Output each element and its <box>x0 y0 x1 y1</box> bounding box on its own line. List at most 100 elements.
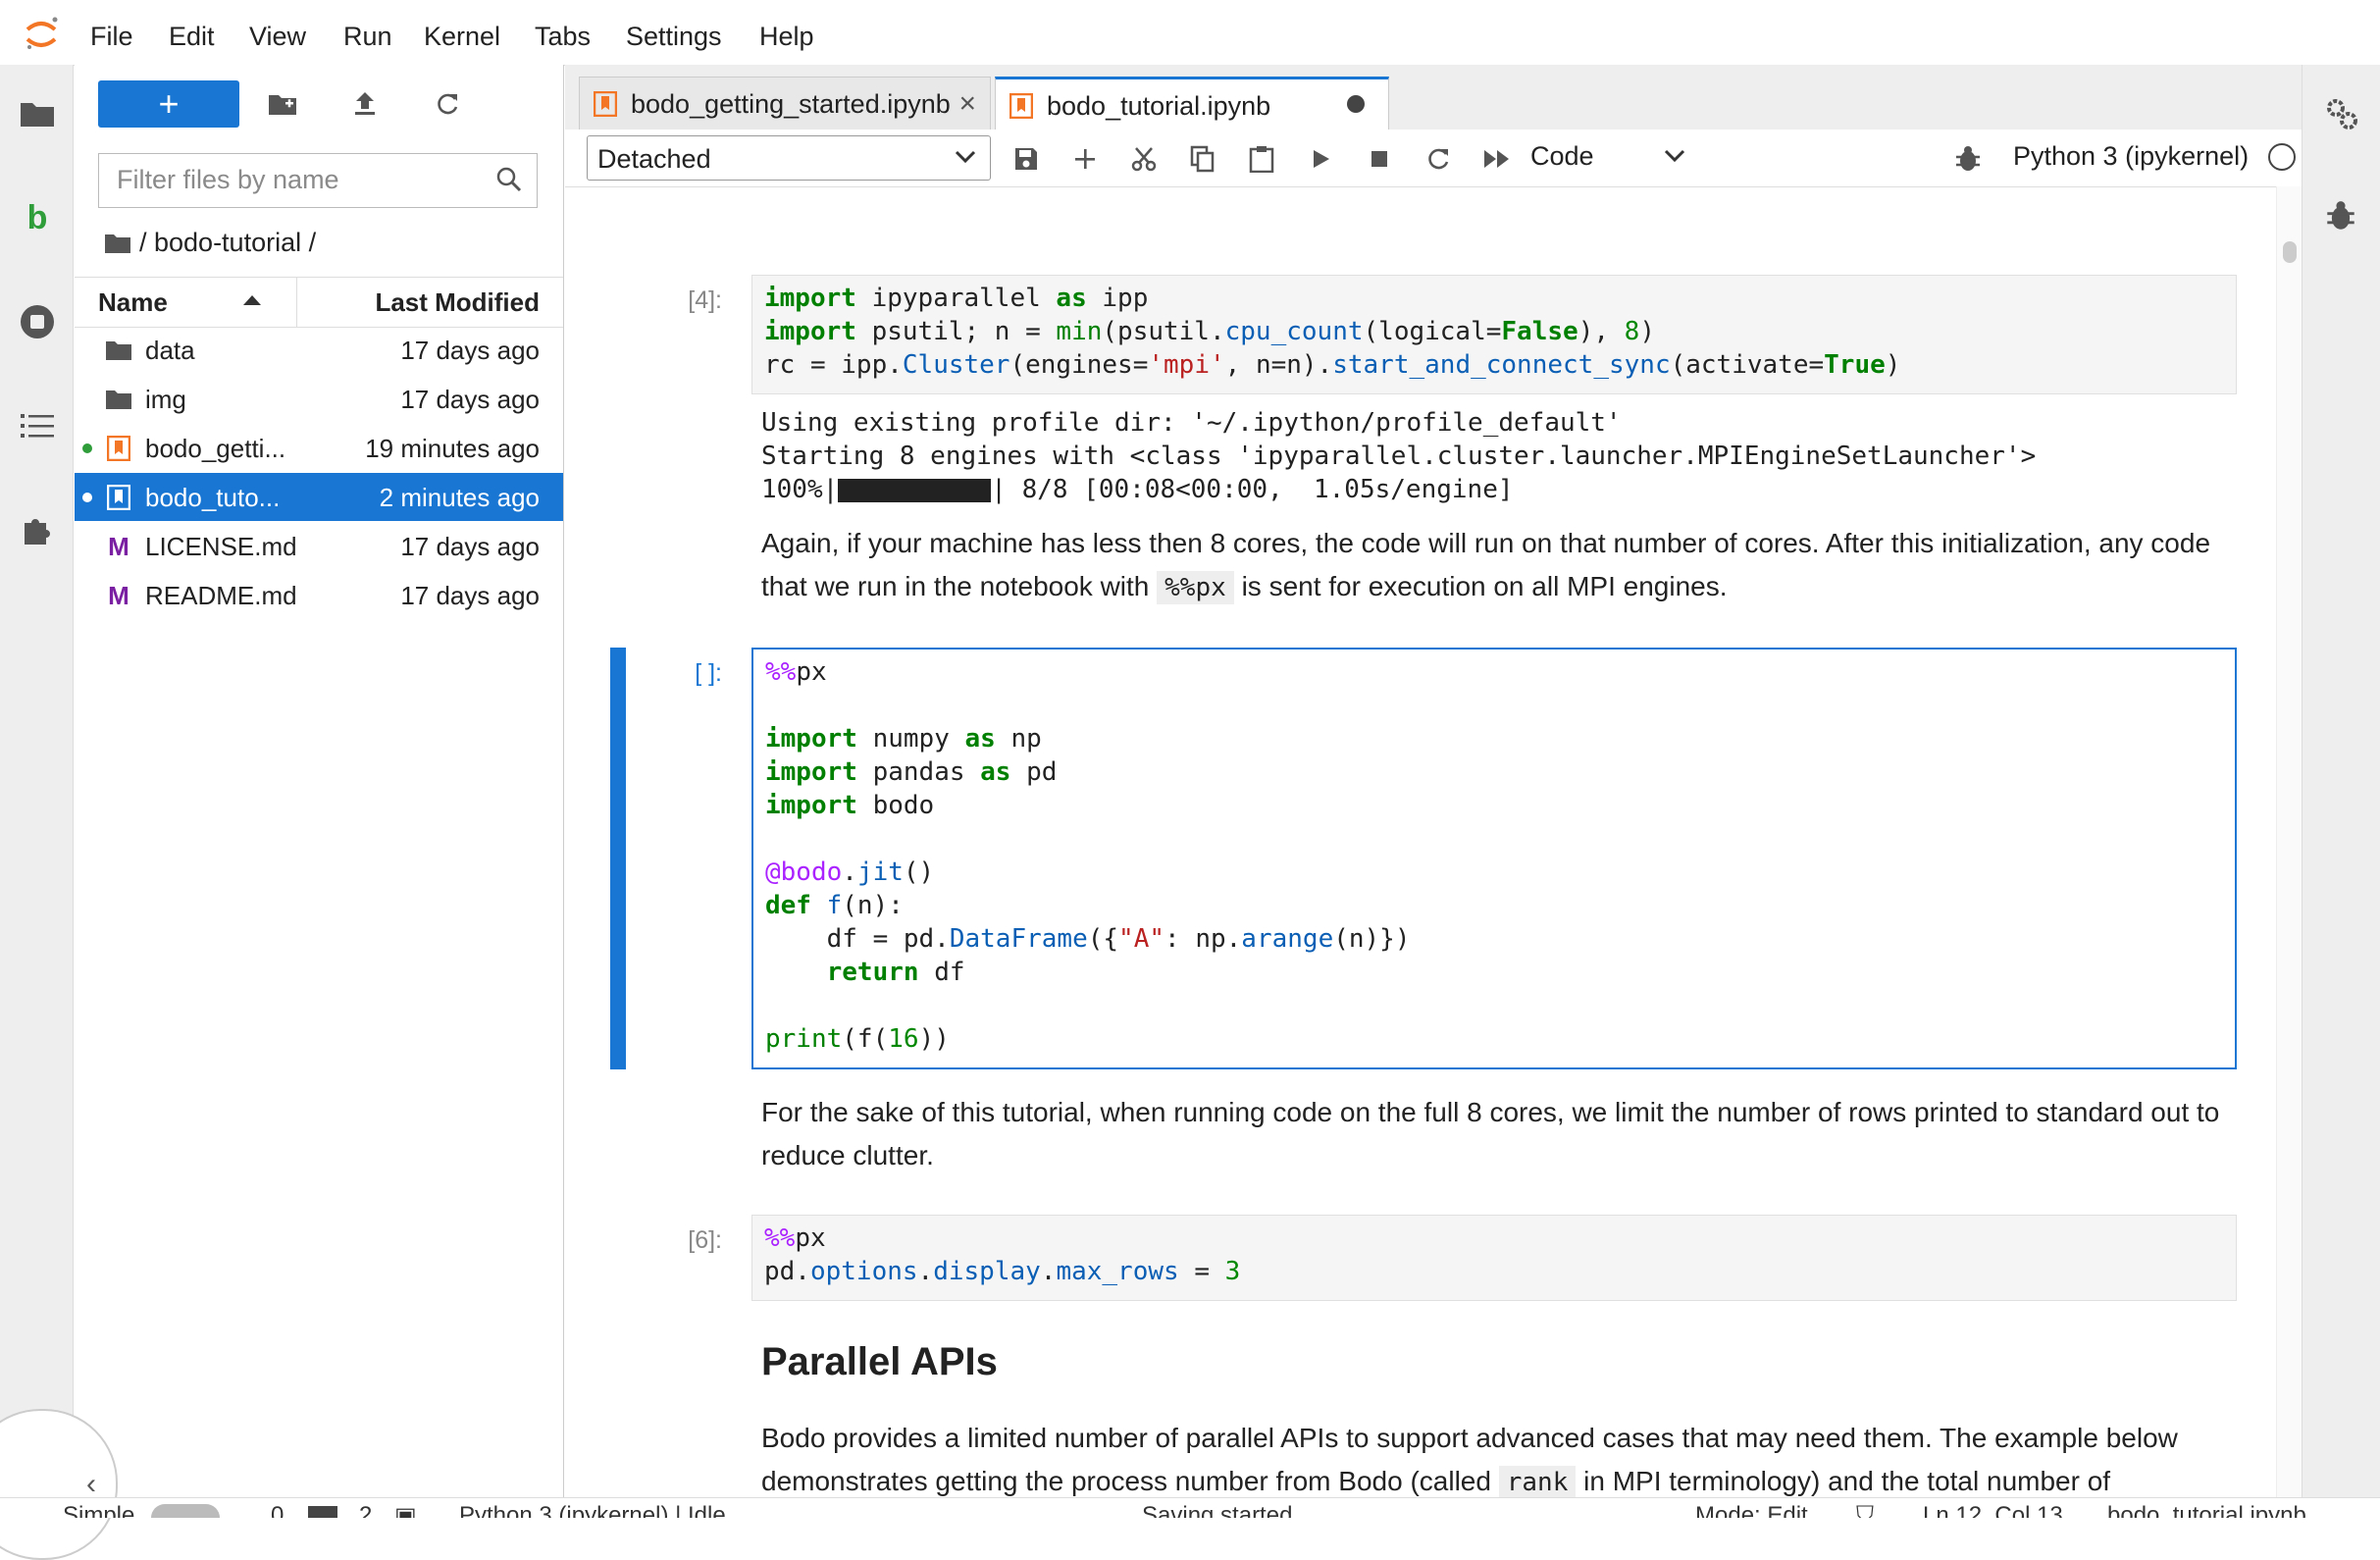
tab-bodo-tutorial[interactable]: bodo_tutorial.ipynb <box>995 77 1389 130</box>
collapse-handle[interactable]: ‹ <box>0 1409 118 1560</box>
file-name: README.md <box>145 581 297 610</box>
terminal-count[interactable]: 0 <box>271 1502 284 1518</box>
saving-status: Saving started <box>1142 1502 1293 1518</box>
breadcrumb-path[interactable]: / bodo-tutorial / <box>139 228 316 258</box>
edit-mode: Mode: Edit <box>1695 1502 1808 1518</box>
cell-prompt: [4]: <box>688 286 722 314</box>
file-name: img <box>145 385 186 414</box>
save-icon[interactable] <box>1010 143 1042 175</box>
file-list-header: Name Last Modified <box>75 277 563 328</box>
bug-icon[interactable] <box>1952 143 1984 175</box>
sort-up-icon <box>243 295 261 305</box>
chevron-down-icon <box>955 150 976 164</box>
chevron-down-icon <box>1664 149 1685 163</box>
stop-icon[interactable] <box>1364 143 1395 175</box>
file-row-license[interactable]: M LICENSE.md 17 days ago <box>75 522 563 570</box>
markdown-icon: M <box>108 580 129 610</box>
activity-bar: b <box>0 65 74 1497</box>
close-icon[interactable]: × <box>958 87 976 121</box>
code-cell-3[interactable]: %%px pd.options.display.max_rows = 3 <box>751 1215 2237 1301</box>
file-row-readme[interactable]: M README.md 17 days ago <box>75 571 563 619</box>
file-row-data[interactable]: data 17 days ago <box>75 326 563 374</box>
kernel-status[interactable]: Python 3 (ipykernel) | Idle <box>459 1502 726 1518</box>
column-last-modified[interactable]: Last Modified <box>375 287 540 318</box>
cell-type-select[interactable]: Code <box>1530 141 1685 172</box>
menu-help[interactable]: Help <box>759 22 814 52</box>
active-cell-collapser[interactable] <box>610 648 626 1069</box>
search-icon[interactable] <box>495 166 523 193</box>
unsaved-dot-icon[interactable] <box>1347 95 1365 113</box>
new-launcher-button[interactable]: + <box>98 80 239 128</box>
folder-icon <box>104 336 133 365</box>
run-icon[interactable] <box>1305 143 1336 175</box>
progress-line: 100%| | 8/8 [00:08<00:00, 1.05s/engine] <box>761 475 1514 504</box>
markdown-heading: Parallel APIs <box>761 1340 998 1383</box>
puzzle-icon[interactable] <box>18 510 57 549</box>
file-modified: 17 days ago <box>400 532 540 561</box>
debugger-bug-icon[interactable] <box>2326 200 2355 236</box>
notebook-icon <box>594 91 617 117</box>
jupyter-logo-icon <box>26 17 58 49</box>
fast-forward-icon[interactable] <box>1481 143 1513 175</box>
menu-view[interactable]: View <box>249 22 306 52</box>
markdown-icon: M <box>108 531 129 561</box>
file-name: bodo_tuto... <box>145 483 281 512</box>
refresh-icon[interactable] <box>430 86 465 122</box>
file-modified: 17 days ago <box>400 581 540 610</box>
menu-kernel[interactable]: Kernel <box>424 22 500 52</box>
notebook-icon <box>104 483 133 512</box>
property-inspector-gear-icon[interactable] <box>2324 96 2359 136</box>
tab-label: bodo_tutorial.ipynb <box>1047 91 1271 121</box>
file-row-bodo-tutorial[interactable]: bodo_tuto... 2 minutes ago <box>75 473 563 521</box>
kernel-status-icon <box>2268 143 2296 171</box>
markdown-cell-3: Bodo provides a limited number of parall… <box>761 1417 2233 1497</box>
shield-icon: ⛉ <box>1856 1502 1874 1518</box>
column-name[interactable]: Name <box>98 287 168 318</box>
menu-run[interactable]: Run <box>343 22 392 52</box>
cut-icon[interactable] <box>1128 143 1160 175</box>
menu-settings[interactable]: Settings <box>626 22 722 52</box>
scrollbar-thumb[interactable] <box>2283 241 2297 263</box>
restart-icon[interactable] <box>1423 143 1454 175</box>
column-divider[interactable] <box>296 278 297 327</box>
cursor-position[interactable]: Ln 12, Col 13 <box>1923 1502 2063 1518</box>
status-bar: Simple 0 2 ▣ Python 3 (ipykernel) | Idle… <box>0 1497 2380 1518</box>
terminal-icon <box>308 1506 337 1518</box>
kernel-count[interactable]: 2 <box>359 1502 372 1518</box>
menu-tabs[interactable]: Tabs <box>535 22 591 52</box>
markdown-cell-2: For the sake of this tutorial, when runn… <box>761 1097 2220 1170</box>
code-cell-2[interactable]: %%px import numpy as np import pandas as… <box>751 648 2237 1069</box>
kernel-name[interactable]: Python 3 (ipykernel) <box>2013 141 2249 172</box>
bodo-icon[interactable]: b <box>18 198 57 237</box>
paste-icon[interactable] <box>1246 143 1277 175</box>
notebook-content: [4]: import ipyparallel as ipp import ps… <box>565 186 2302 1497</box>
add-cell-icon[interactable] <box>1069 143 1101 175</box>
stop-circle-icon[interactable] <box>18 302 57 341</box>
filter-input[interactable] <box>115 154 482 205</box>
simple-mode-toggle[interactable] <box>151 1504 220 1518</box>
file-row-bodo-getting-started[interactable]: bodo_getti... 19 minutes ago <box>75 424 563 472</box>
upload-icon[interactable] <box>347 86 383 122</box>
cell-prompt: [ ]: <box>695 659 722 687</box>
list-icon[interactable] <box>18 406 57 445</box>
inline-code: rank <box>1498 1466 1577 1497</box>
notebook-icon <box>1009 93 1033 119</box>
kernel-mode-select[interactable]: Detached <box>587 135 991 181</box>
menu-file[interactable]: File <box>90 22 133 52</box>
inline-code: %%px <box>1157 571 1234 604</box>
file-row-img[interactable]: img 17 days ago <box>75 375 563 423</box>
file-browser: + / bodo-tutorial / Name Last Modified d… <box>0 65 564 1560</box>
breadcrumb: / bodo-tutorial / <box>104 228 316 258</box>
tab-bodo-getting-started[interactable]: bodo_getting_started.ipynb × <box>579 77 991 130</box>
new-folder-icon[interactable] <box>265 86 300 122</box>
file-name: LICENSE.md <box>145 532 297 561</box>
tab-bar: bodo_getting_started.ipynb × bodo_tutori… <box>565 65 2302 130</box>
copy-icon[interactable] <box>1187 143 1218 175</box>
code-cell-1[interactable]: import ipyparallel as ipp import psutil;… <box>751 275 2237 394</box>
folder-icon[interactable] <box>18 94 57 133</box>
folder-icon[interactable] <box>104 233 131 254</box>
progress-stats: | 8/8 [00:08<00:00, 1.05s/engine] <box>991 475 1514 504</box>
cell-prompt: [6]: <box>688 1226 722 1254</box>
menu-edit[interactable]: Edit <box>169 22 215 52</box>
notebook-scrollbar[interactable] <box>2276 186 2302 1497</box>
